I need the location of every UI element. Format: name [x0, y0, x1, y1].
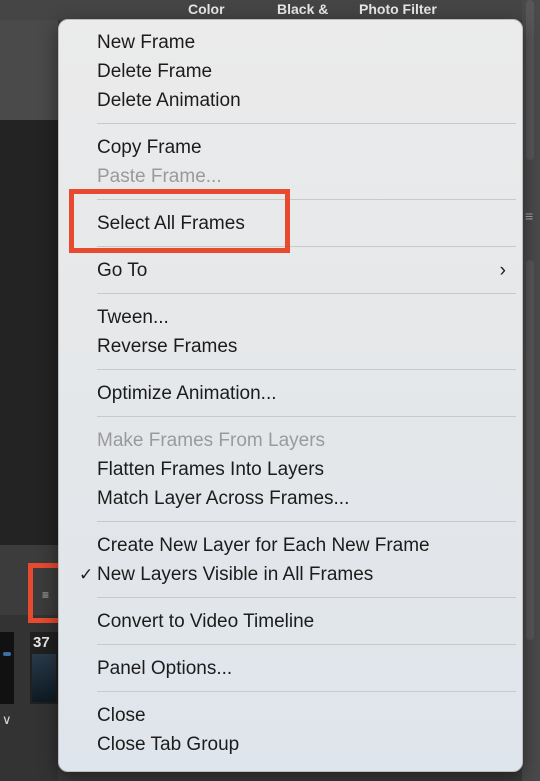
menu-item-reverse-frames[interactable]: Reverse Frames: [59, 332, 522, 361]
menu-item-delete-frame[interactable]: Delete Frame: [59, 57, 522, 86]
menu-item-label: Select All Frames: [97, 213, 245, 234]
black-and-white-label[interactable]: Black &: [277, 1, 328, 17]
menu-separator: [97, 369, 516, 370]
menu-item-label: Match Layer Across Frames...: [97, 488, 350, 509]
menu-separator: [97, 293, 516, 294]
menu-separator: [97, 123, 516, 124]
color-label[interactable]: Color: [188, 1, 225, 17]
chevron-down-icon[interactable]: ∨: [2, 712, 12, 728]
menu-separator: [97, 416, 516, 417]
menu-item-panel-options[interactable]: Panel Options...: [59, 654, 522, 683]
frame-thumbnail[interactable]: [0, 632, 14, 704]
menu-item-label: Close Tab Group: [97, 734, 240, 755]
menu-item-label: Delete Frame: [97, 61, 213, 82]
menu-item-go-to[interactable]: Go To ›: [59, 256, 522, 285]
chevron-right-icon: ›: [499, 260, 506, 281]
menu-item-label: Flatten Frames Into Layers: [97, 459, 325, 480]
menu-item-label: Tween...: [97, 307, 169, 328]
menu-item-new-frame[interactable]: New Frame: [59, 28, 522, 57]
adjustments-bar: Color Black & Photo Filter: [0, 0, 540, 20]
menu-separator: [97, 246, 516, 247]
menu-item-label: Copy Frame: [97, 137, 202, 158]
menu-item-convert-to-video-timeline[interactable]: Convert to Video Timeline: [59, 607, 522, 636]
frame-number: 37: [33, 634, 50, 651]
photo-filter-label[interactable]: Photo Filter: [359, 1, 437, 17]
menu-item-create-new-layer-for-each-new-frame[interactable]: Create New Layer for Each New Frame: [59, 531, 522, 560]
menu-item-label: Close: [97, 705, 146, 726]
menu-item-label: New Frame: [97, 32, 196, 53]
timeline-panel-menu: New Frame Delete Frame Delete Animation Cop…: [58, 19, 523, 772]
menu-item-paste-frame: Paste Frame...: [59, 162, 522, 191]
left-panel: [0, 20, 58, 120]
menu-item-label: New Layers Visible in All Frames: [97, 564, 374, 585]
frame-image: [32, 654, 56, 702]
menu-separator: [97, 691, 516, 692]
menu-item-label: Paste Frame...: [97, 166, 222, 187]
right-panel: ≡: [522, 0, 540, 781]
menu-item-label: Reverse Frames: [97, 336, 238, 357]
menu-separator: [97, 597, 516, 598]
menu-item-copy-frame[interactable]: Copy Frame: [59, 133, 522, 162]
checkmark-icon: ✓: [79, 565, 94, 584]
menu-item-label: Convert to Video Timeline: [97, 611, 315, 632]
menu-item-close[interactable]: Close: [59, 701, 522, 730]
frame-thumbnail[interactable]: 37: [30, 632, 58, 704]
menu-item-label: Make Frames From Layers: [97, 430, 326, 451]
menu-item-new-layers-visible-in-all-frames[interactable]: ✓ New Layers Visible in All Frames: [59, 560, 522, 589]
canvas-area: [0, 120, 58, 545]
menu-separator: [97, 199, 516, 200]
menu-item-label: Optimize Animation...: [97, 383, 277, 404]
menu-separator: [97, 521, 516, 522]
menu-item-label: Delete Animation: [97, 90, 241, 111]
menu-item-delete-animation[interactable]: Delete Animation: [59, 86, 522, 115]
menu-item-flatten-frames-into-layers[interactable]: Flatten Frames Into Layers: [59, 455, 522, 484]
menu-item-label: Create New Layer for Each New Frame: [97, 535, 430, 556]
scrollbar[interactable]: [526, 260, 534, 640]
menu-item-make-frames-from-layers: Make Frames From Layers: [59, 426, 522, 455]
menu-item-label: Panel Options...: [97, 658, 233, 679]
menu-item-optimize-animation[interactable]: Optimize Animation...: [59, 379, 522, 408]
panel-menu-icon[interactable]: ≡: [525, 208, 533, 224]
menu-item-match-layer-across-frames[interactable]: Match Layer Across Frames...: [59, 484, 522, 513]
menu-item-tween[interactable]: Tween...: [59, 303, 522, 332]
menu-item-close-tab-group[interactable]: Close Tab Group: [59, 730, 522, 759]
scrollbar[interactable]: [526, 0, 534, 160]
menu-separator: [97, 644, 516, 645]
menu-item-select-all-frames[interactable]: Select All Frames: [59, 209, 522, 238]
menu-item-label: Go To: [97, 260, 148, 281]
